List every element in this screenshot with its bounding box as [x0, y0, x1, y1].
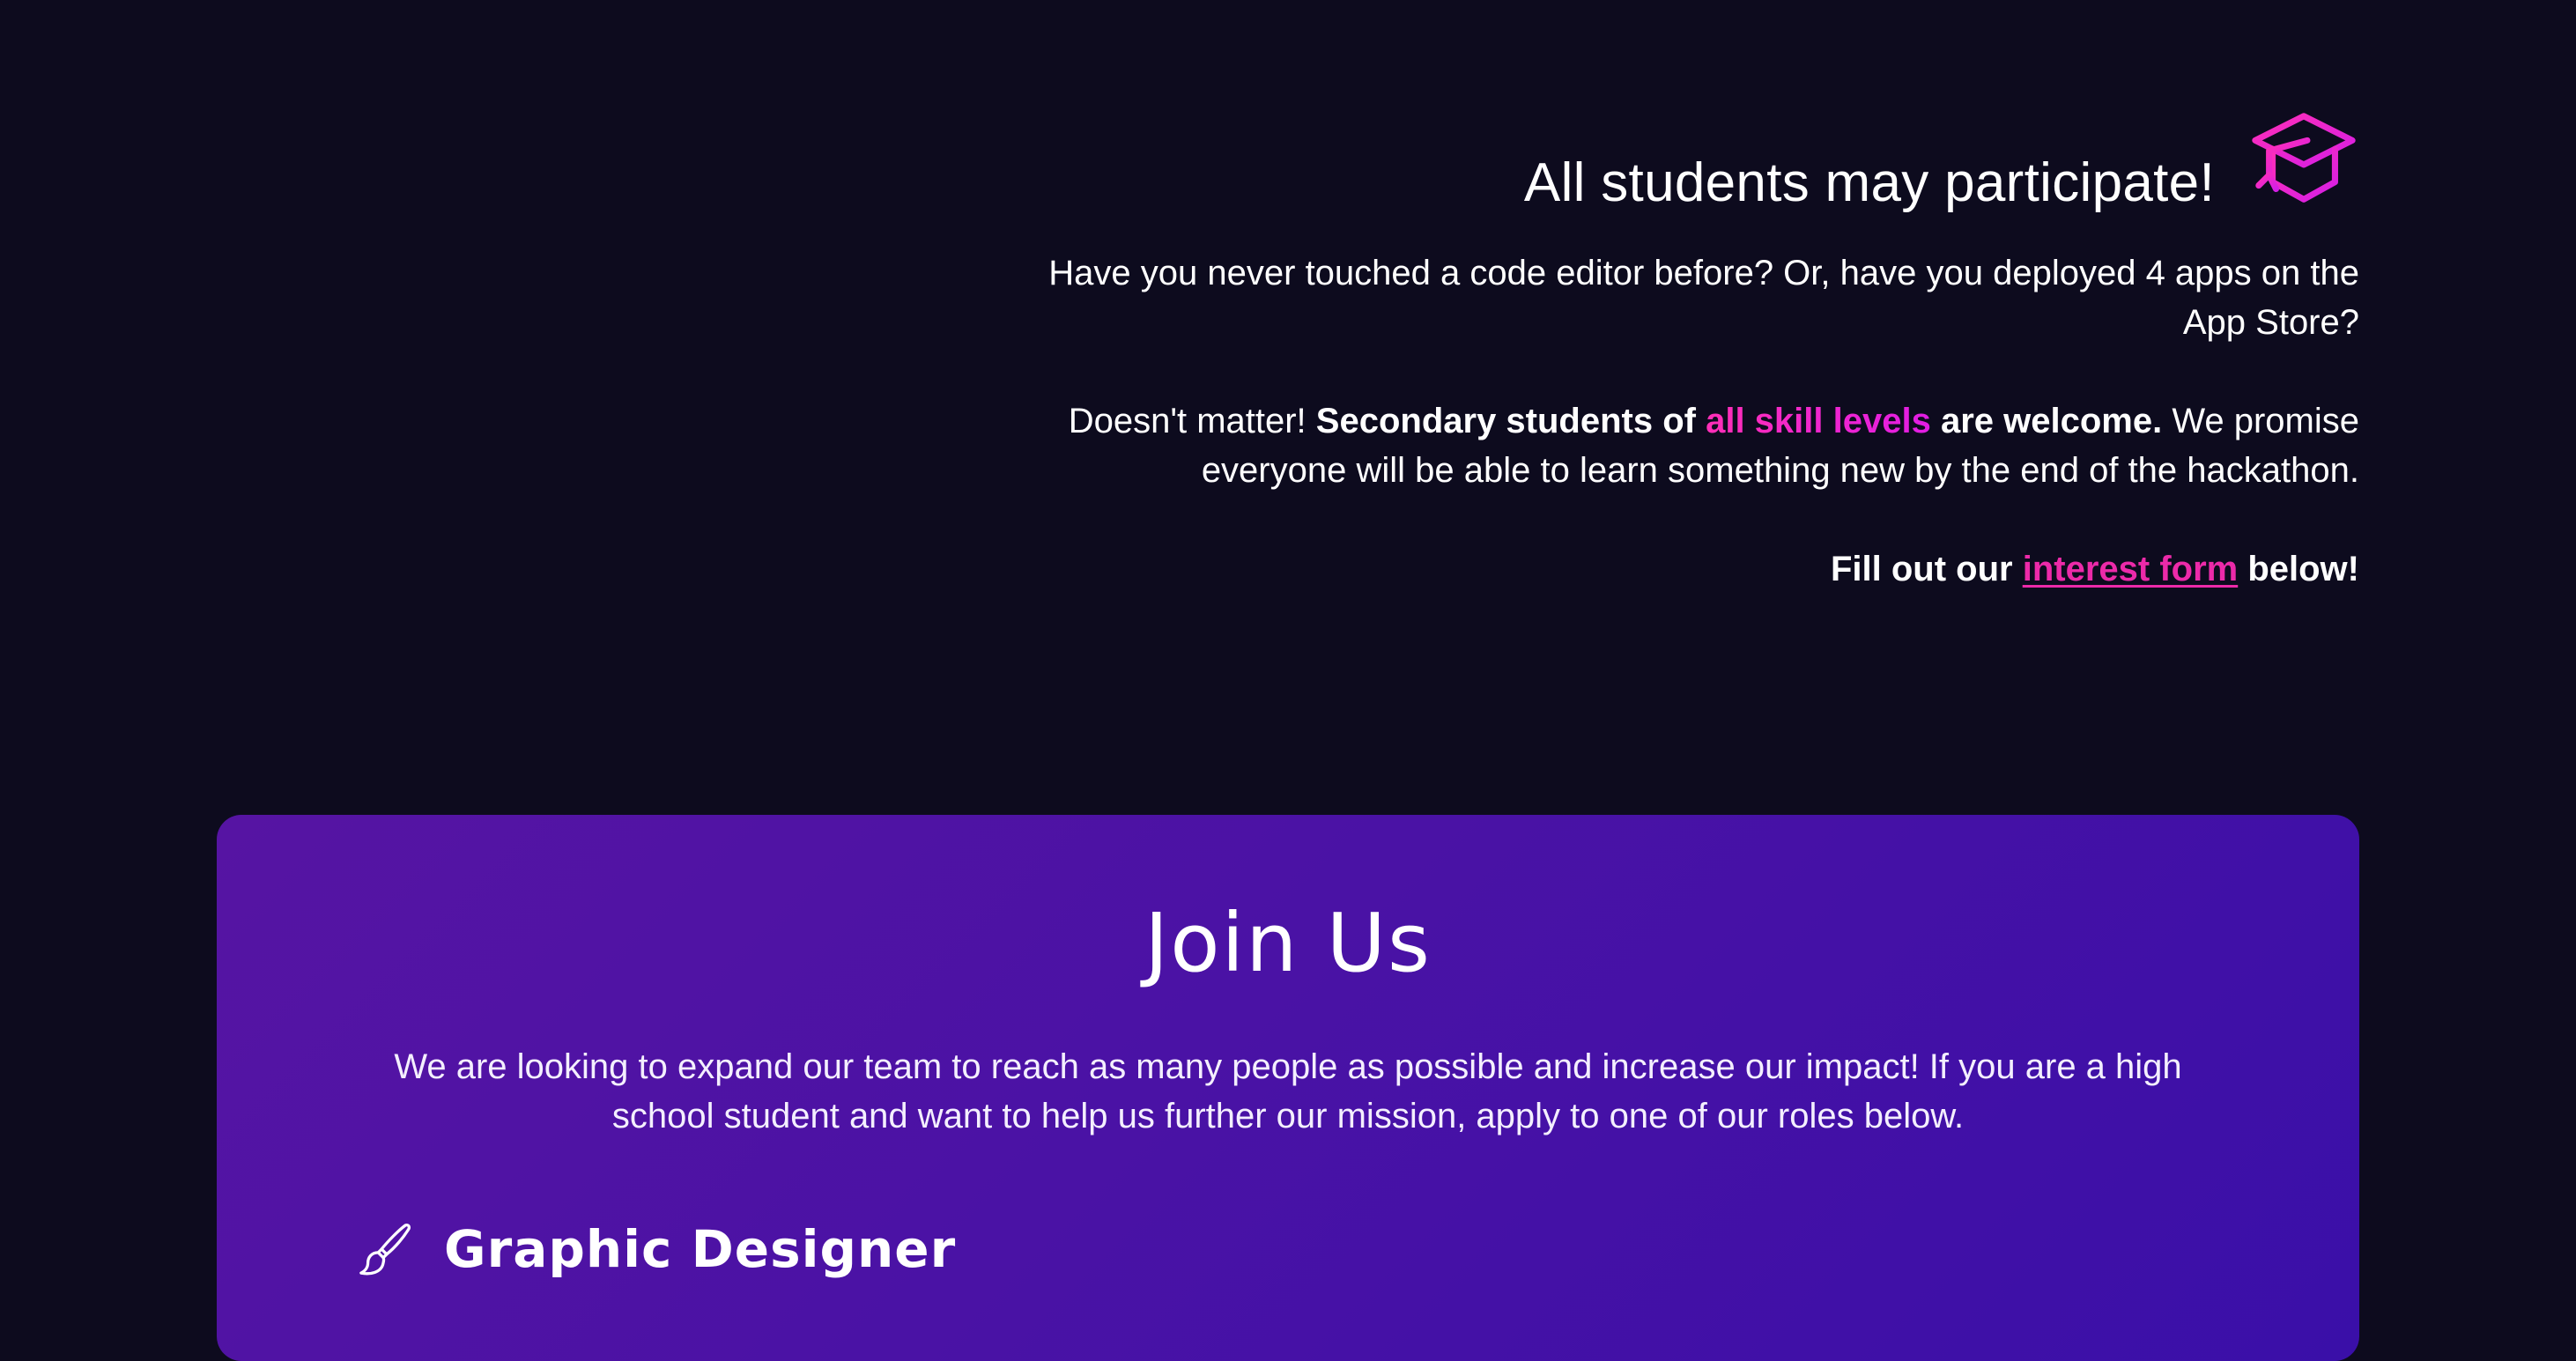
join-us-card: Join Us We are looking to expand our tea… [217, 815, 2359, 1361]
role-title: Graphic Designer [444, 1219, 957, 1279]
participation-cta: Fill out our interest form below! [1830, 550, 2359, 588]
role-graphic-designer[interactable]: Graphic Designer [358, 1222, 956, 1276]
join-us-description: We are looking to expand our team to rea… [394, 1047, 2182, 1135]
page: All students may participate! Have you n… [0, 0, 2576, 1361]
participation-body: Doesn't matter! Secondary students of al… [1068, 402, 2359, 490]
paintbrush-icon [359, 1223, 411, 1276]
interest-form-link[interactable]: interest form [2023, 550, 2239, 588]
participation-intro: Have you never touched a code editor bef… [1048, 254, 2359, 342]
participation-section: All students may participate! Have you n… [985, 106, 2359, 643]
participation-title: All students may participate! [1523, 152, 2215, 213]
join-us-title: Join Us [1144, 896, 1432, 990]
skill-levels-highlight: all skill levels [1706, 402, 1931, 440]
participation-heading: All students may participate! [985, 106, 2359, 217]
graduation-cap-icon [2252, 113, 2356, 203]
